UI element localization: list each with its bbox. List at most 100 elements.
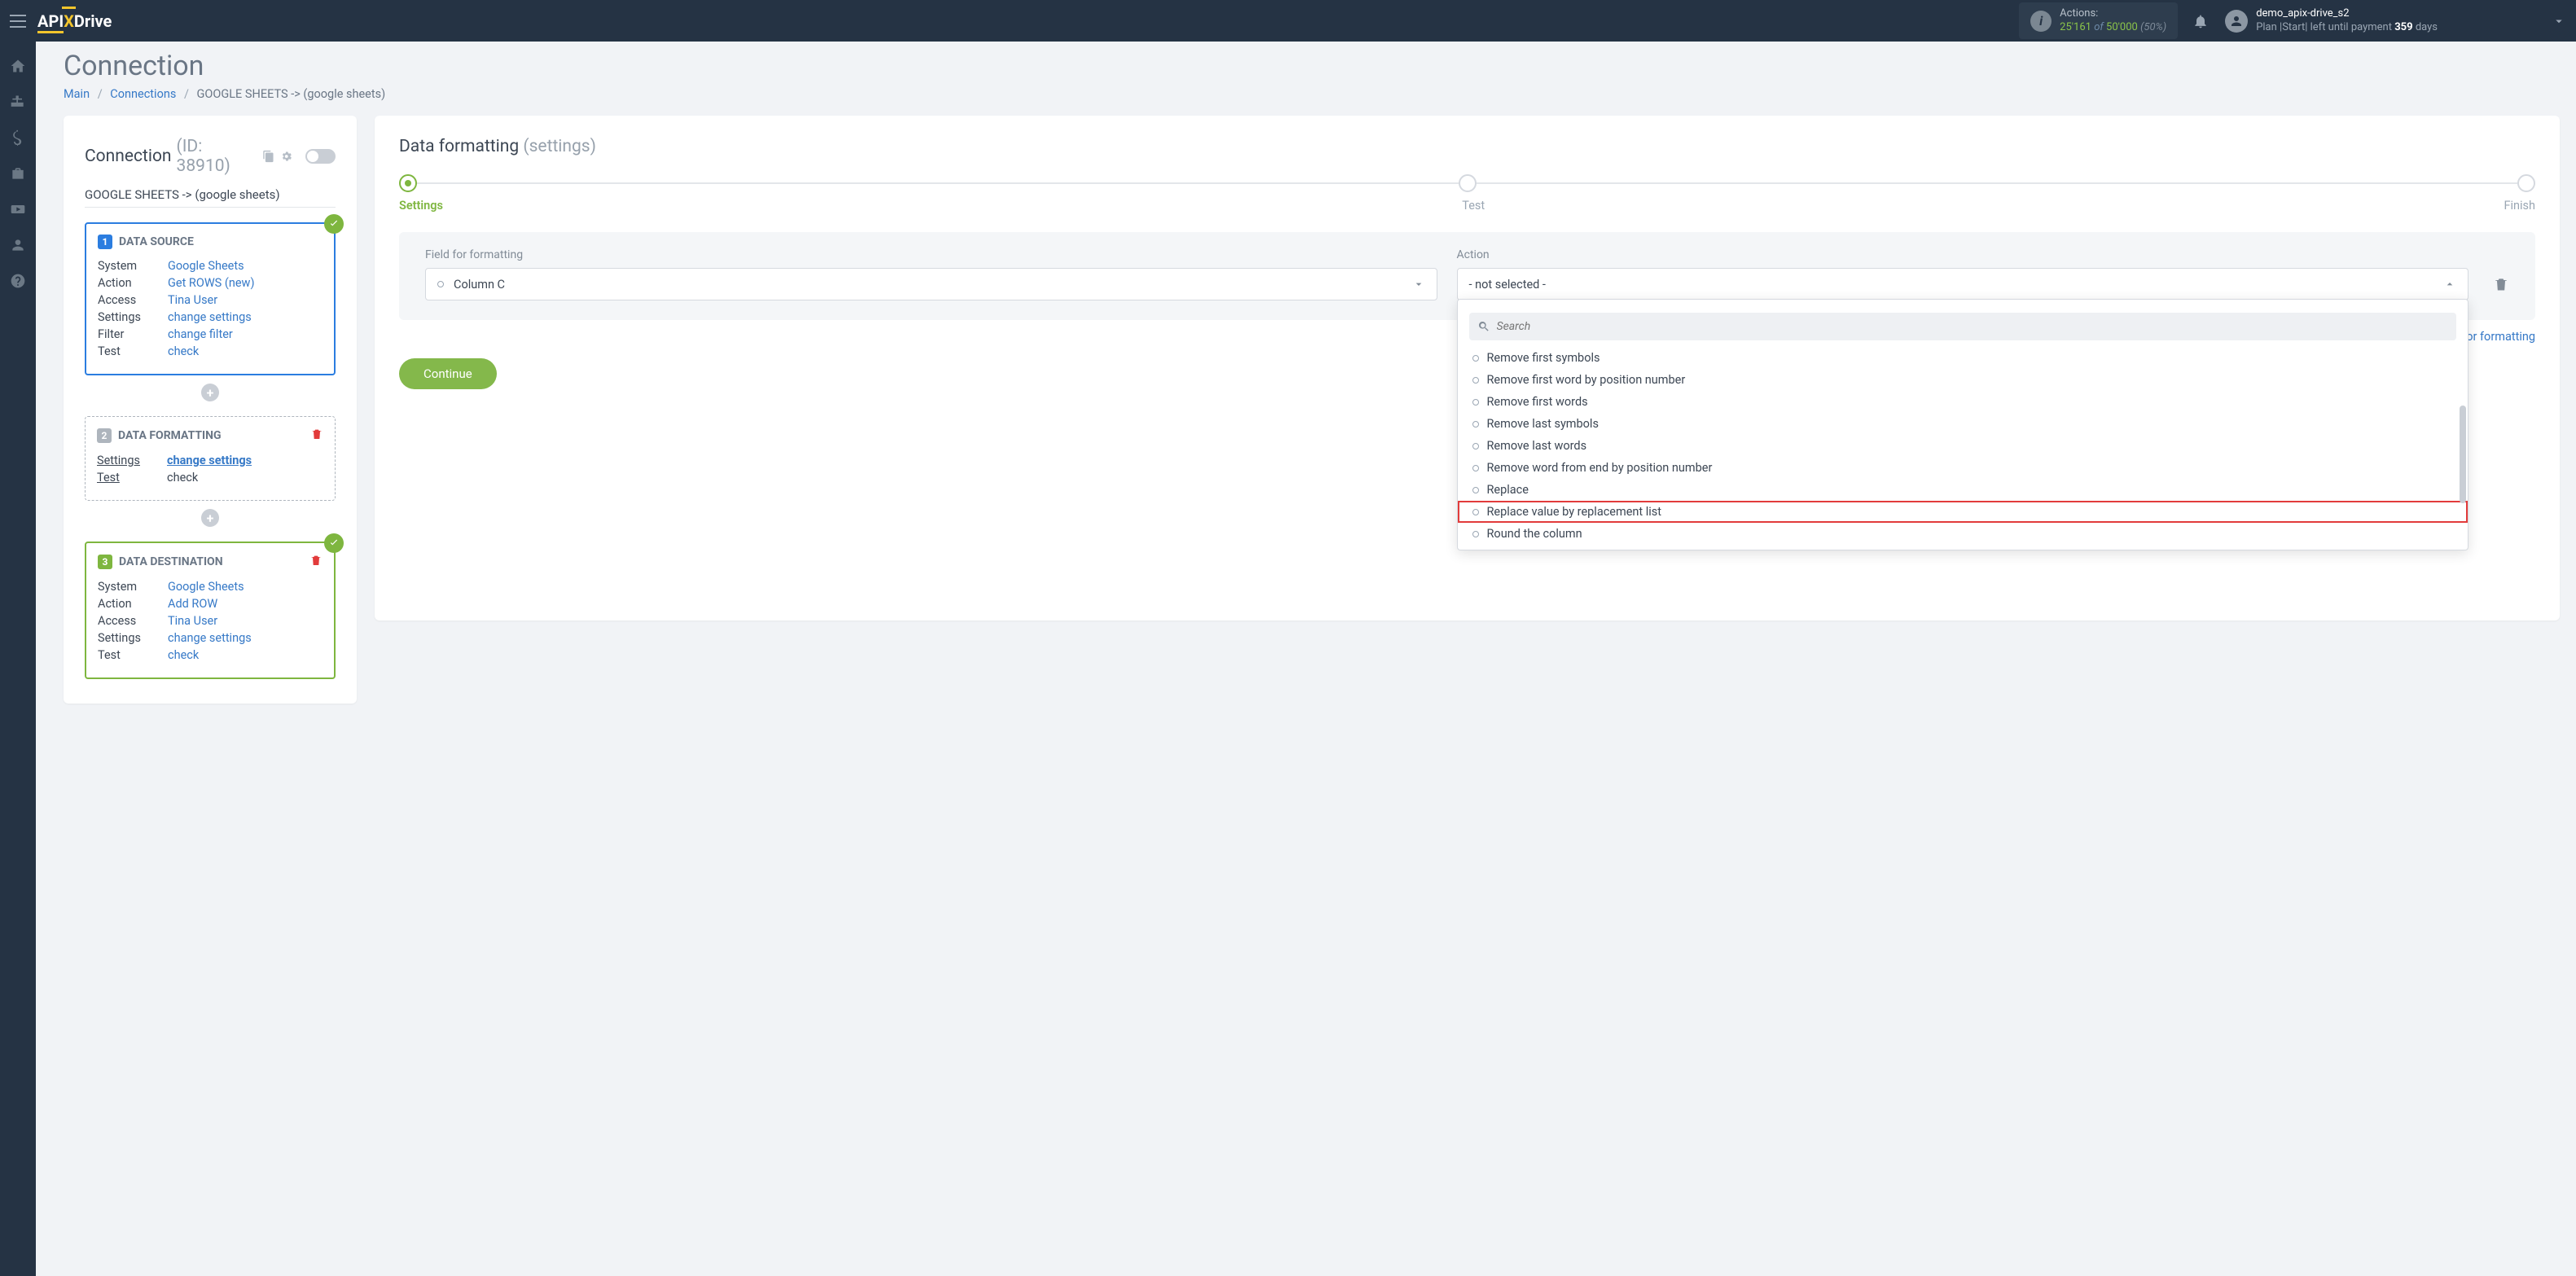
add-step-button[interactable]: +	[201, 509, 219, 527]
continue-button[interactable]: Continue	[399, 358, 497, 389]
row-label: Access	[98, 293, 168, 307]
row-label: System	[98, 580, 168, 594]
connection-title: Connection (ID: 38910)	[85, 137, 336, 176]
wizard-stepper	[399, 174, 2535, 192]
action-dropdown: Remove first symbolsRemove first word by…	[1457, 299, 2469, 550]
delete-step-icon[interactable]	[310, 428, 323, 444]
notifications-icon[interactable]	[2192, 13, 2209, 29]
step-card-1: 1 DATA SOURCE SystemGoogle SheetsActionGet…	[85, 222, 336, 375]
formatting-row: Field for formatting Column C Action - n…	[399, 232, 2535, 320]
chevron-down-icon[interactable]	[2552, 14, 2566, 29]
menu-toggle[interactable]	[10, 15, 26, 28]
gear-icon[interactable]	[280, 150, 292, 163]
step-finish-dot[interactable]	[2517, 174, 2535, 192]
row-label: Action	[98, 276, 168, 290]
row-value[interactable]: check	[168, 344, 199, 358]
youtube-icon[interactable]	[10, 201, 26, 217]
row-value[interactable]: change settings	[168, 310, 252, 324]
step-title: DATA SOURCE	[119, 235, 194, 248]
breadcrumb: Main / Connections / GOOGLE SHEETS -> (g…	[64, 87, 2560, 101]
step-card-2: 2 DATA FORMATTING Settingschange settingsT…	[85, 416, 336, 501]
dropdown-option[interactable]: Replace	[1458, 479, 2468, 501]
check-icon	[324, 533, 344, 553]
dropdown-option[interactable]: Remove word from end by position number	[1458, 457, 2468, 479]
home-icon[interactable]	[10, 58, 26, 74]
row-value[interactable]: change settings	[168, 631, 252, 645]
dropdown-option[interactable]: Remove first symbols	[1458, 347, 2468, 369]
row-label: Test	[98, 648, 168, 662]
row-value[interactable]: Get ROWS (new)	[168, 276, 255, 290]
dropdown-option[interactable]: Round the column	[1458, 523, 2468, 545]
row-label: Settings	[97, 454, 167, 467]
page-title: Connection	[64, 50, 2560, 82]
panel-title: Data formatting (settings)	[399, 137, 2535, 156]
dropdown-option[interactable]: Remove last words	[1458, 435, 2468, 457]
field-select[interactable]: Column C	[425, 268, 1437, 300]
breadcrumb-main[interactable]: Main	[64, 87, 90, 101]
dropdown-option[interactable]: Replace value by replacement list	[1458, 501, 2468, 523]
field-label: Field for formatting	[425, 248, 1437, 261]
breadcrumb-connections[interactable]: Connections	[110, 87, 176, 101]
step-title: DATA FORMATTING	[118, 429, 222, 442]
step-label-test: Test	[1462, 199, 1485, 213]
data-formatting-panel: Data formatting (settings) Settings Test…	[375, 116, 2560, 620]
sitemap-icon[interactable]	[10, 94, 26, 110]
action-label: Action	[1457, 248, 2469, 261]
row-label: Test	[98, 344, 168, 358]
logo[interactable]: APIXDrive	[37, 11, 112, 31]
dollar-icon[interactable]	[10, 129, 26, 146]
actions-counter[interactable]: i Actions: 25'161 of 50'000 (50%)	[2019, 2, 2178, 40]
chevron-up-icon	[2443, 278, 2456, 291]
breadcrumb-current: GOOGLE SHEETS -> (google sheets)	[197, 87, 386, 101]
dropdown-option[interactable]: Remove first words	[1458, 391, 2468, 413]
topbar: APIXDrive i Actions: 25'161 of 50'000 (5…	[0, 0, 2576, 42]
briefcase-icon[interactable]	[10, 165, 26, 182]
step-number: 3	[98, 555, 112, 569]
action-select[interactable]: - not selected -	[1457, 268, 2469, 300]
step-settings-dot[interactable]	[399, 174, 417, 192]
delete-step-icon[interactable]	[309, 554, 323, 570]
row-value[interactable]: change settings	[167, 454, 252, 467]
step-number: 1	[98, 235, 112, 249]
row-label: Test	[97, 471, 167, 485]
row-label: Settings	[98, 310, 168, 324]
row-label: System	[98, 259, 168, 273]
step-title: DATA DESTINATION	[119, 555, 223, 568]
copy-icon[interactable]	[262, 150, 274, 163]
connection-panel: Connection (ID: 38910) GOOGLE SHEETS -> …	[64, 116, 357, 704]
connection-toggle[interactable]	[305, 149, 336, 164]
row-value[interactable]: Google Sheets	[168, 259, 244, 273]
row-value[interactable]: Add ROW	[168, 597, 217, 611]
step-label-finish: Finish	[2504, 199, 2535, 213]
step-number: 2	[97, 428, 112, 443]
dropdown-search	[1469, 313, 2457, 340]
row-value: check	[167, 471, 198, 485]
step-test-dot[interactable]	[1459, 174, 1477, 192]
chevron-down-icon	[1412, 278, 1425, 291]
help-icon[interactable]	[10, 273, 26, 289]
row-label: Action	[98, 597, 168, 611]
row-label: Access	[98, 614, 168, 628]
row-value[interactable]: check	[168, 648, 199, 662]
row-value[interactable]: Google Sheets	[168, 580, 244, 594]
dropdown-option[interactable]: Remove first word by position number	[1458, 369, 2468, 391]
dropdown-search-input[interactable]	[1469, 313, 2457, 340]
info-icon: i	[2030, 11, 2052, 32]
user-icon[interactable]	[10, 237, 26, 253]
avatar[interactable]	[2225, 10, 2248, 33]
delete-row-button[interactable]	[2493, 276, 2509, 292]
row-value[interactable]: change filter	[168, 327, 233, 341]
step-label-settings: Settings	[399, 199, 443, 213]
scrollbar-thumb[interactable]	[2460, 406, 2466, 503]
row-label: Settings	[98, 631, 168, 645]
add-step-button[interactable]: +	[201, 384, 219, 401]
user-menu[interactable]: demo_apix-drive_s2 Plan |Start| left unt…	[2256, 7, 2438, 35]
row-label: Filter	[98, 327, 168, 341]
sidebar	[0, 42, 36, 1276]
step-card-3: 3 DATA DESTINATION SystemGoogle SheetsActi…	[85, 542, 336, 679]
dropdown-option[interactable]: Remove last symbols	[1458, 413, 2468, 435]
row-value[interactable]: Tina User	[168, 293, 217, 307]
row-value[interactable]: Tina User	[168, 614, 217, 628]
search-icon	[1477, 320, 1490, 333]
connection-subtitle: GOOGLE SHEETS -> (google sheets)	[85, 187, 336, 208]
